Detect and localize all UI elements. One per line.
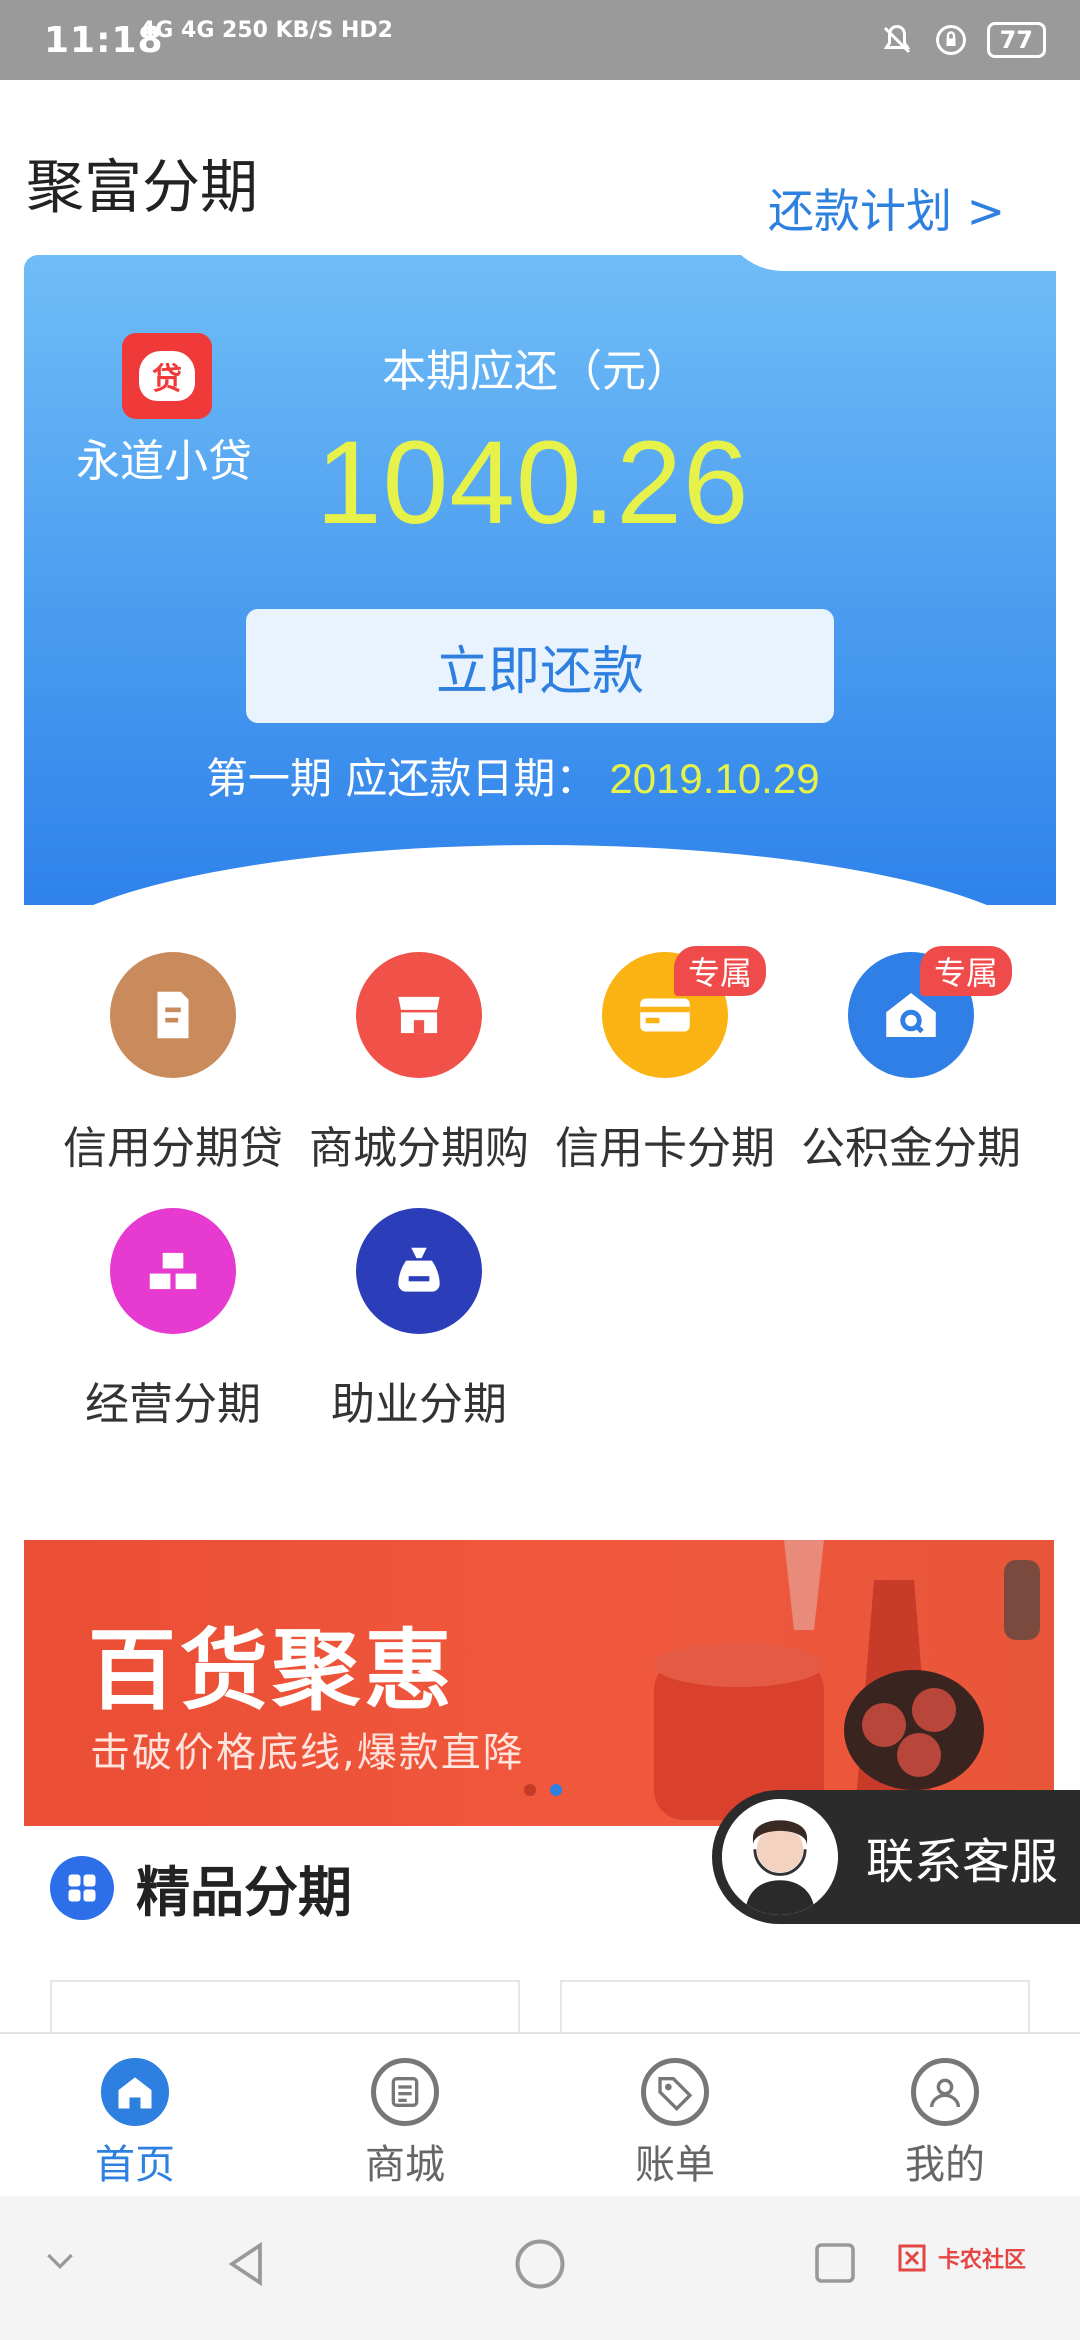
- service-employment-installment[interactable]: 助业分期: [296, 1208, 542, 1432]
- rotation-lock-icon: [935, 25, 966, 55]
- repayment-card: 贷 永道小贷 本期应还（元） 1040.26 立即还款 第一期 应还款日期： 20…: [24, 255, 1056, 905]
- card-curve: [24, 845, 1056, 905]
- product-card[interactable]: [560, 1980, 1030, 2040]
- exclusive-badge: 专属: [919, 946, 1012, 996]
- pagination-dot-active: [550, 1784, 562, 1796]
- due-amount: 1040.26: [316, 417, 750, 549]
- service-housing-fund-installment[interactable]: 专属 公积金分期: [788, 946, 1034, 1176]
- watermark: 卡农社区: [894, 2240, 1026, 2276]
- service-business-installment[interactable]: 经营分期: [50, 1208, 296, 1432]
- due-amount-label: 本期应还（元）: [382, 346, 690, 397]
- network-indicator: 4G 4G 250 KB/S HD2: [140, 18, 393, 43]
- service-label: 助业分期: [331, 1379, 507, 1430]
- tag-icon: [641, 2058, 709, 2126]
- service-label: 经营分期: [85, 1379, 261, 1430]
- service-label: 信用分期贷: [63, 1123, 283, 1174]
- tab-mall[interactable]: 商城: [270, 2034, 540, 2196]
- service-credit-card-installment[interactable]: 专属 信用卡分期: [542, 946, 788, 1176]
- tab-label: 账单: [635, 2142, 715, 2188]
- home-circle-icon[interactable]: [510, 2234, 570, 2294]
- money-bag-icon: [356, 1208, 482, 1334]
- banner-subtitle: 击破价格底线,爆款直降: [90, 1730, 525, 1776]
- watermark-text: 卡农社区: [937, 2248, 1026, 2273]
- tab-label: 首页: [95, 2142, 175, 2188]
- exclusive-badge: 专属: [673, 946, 766, 996]
- recents-square-icon[interactable]: [808, 2236, 862, 2290]
- tab-label: 商城: [365, 2142, 445, 2188]
- banner-headline: 百货聚惠: [88, 1619, 457, 1722]
- chevron-down-icon[interactable]: [40, 2240, 80, 2280]
- list-icon: [371, 2058, 439, 2126]
- repay-now-button[interactable]: 立即还款: [246, 609, 834, 723]
- document-icon: [110, 952, 236, 1078]
- grid-icon: [50, 1856, 114, 1920]
- repayment-plan-button[interactable]: 还款计划 >: [720, 145, 1070, 271]
- contact-support-button[interactable]: 联系客服: [712, 1790, 1080, 1924]
- loan-icon: 贷: [139, 351, 195, 401]
- page-title: 聚富分期: [26, 153, 259, 221]
- service-label: 商城分期购: [309, 1123, 529, 1174]
- promo-banner[interactable]: 百货聚惠 击破价格底线,爆款直降: [24, 1540, 1054, 1826]
- back-icon[interactable]: [218, 2236, 274, 2292]
- tab-bills[interactable]: 账单: [540, 2034, 810, 2196]
- support-agent-avatar: [722, 1799, 838, 1915]
- status-icons: 77: [879, 22, 1046, 58]
- service-label: 公积金分期: [801, 1123, 1021, 1174]
- lender-name: 永道小贷: [76, 436, 252, 487]
- due-date-row: 第一期 应还款日期： 2019.10.29: [206, 745, 820, 806]
- lender-logo: 贷: [122, 333, 212, 419]
- tab-profile[interactable]: 我的: [810, 2034, 1080, 2196]
- pagination-dot: [524, 1784, 536, 1796]
- home-icon: [101, 2058, 169, 2126]
- product-card[interactable]: [50, 1980, 520, 2040]
- product-illustration: [654, 1540, 1040, 1826]
- status-bar: 11:18 4G 4G 250 KB/S HD2 77: [0, 0, 1080, 80]
- service-mall-installment[interactable]: 商城分期购: [296, 952, 542, 1176]
- tab-label: 我的: [905, 2142, 985, 2188]
- card-farmer-logo-icon: [898, 2244, 926, 2272]
- tab-home[interactable]: 首页: [0, 2034, 270, 2196]
- section-title: 精品分期: [136, 1861, 352, 1924]
- due-date-label: 第一期 应还款日期：: [206, 754, 598, 803]
- service-label: 信用卡分期: [555, 1123, 775, 1174]
- user-icon: [911, 2058, 979, 2126]
- due-date: 2019.10.29: [609, 755, 820, 802]
- service-credit-installment-loan[interactable]: 信用分期贷: [50, 952, 296, 1176]
- contact-support-label: 联系客服: [866, 1834, 1059, 1890]
- battery-indicator: 77: [986, 22, 1046, 58]
- gold-bars-icon: [110, 1208, 236, 1334]
- bottom-tab-bar: 首页 商城 账单 我的: [0, 2032, 1080, 2196]
- mute-bell-icon: [883, 24, 910, 54]
- banner-pagination: [524, 1784, 562, 1796]
- shop-icon: [356, 952, 482, 1078]
